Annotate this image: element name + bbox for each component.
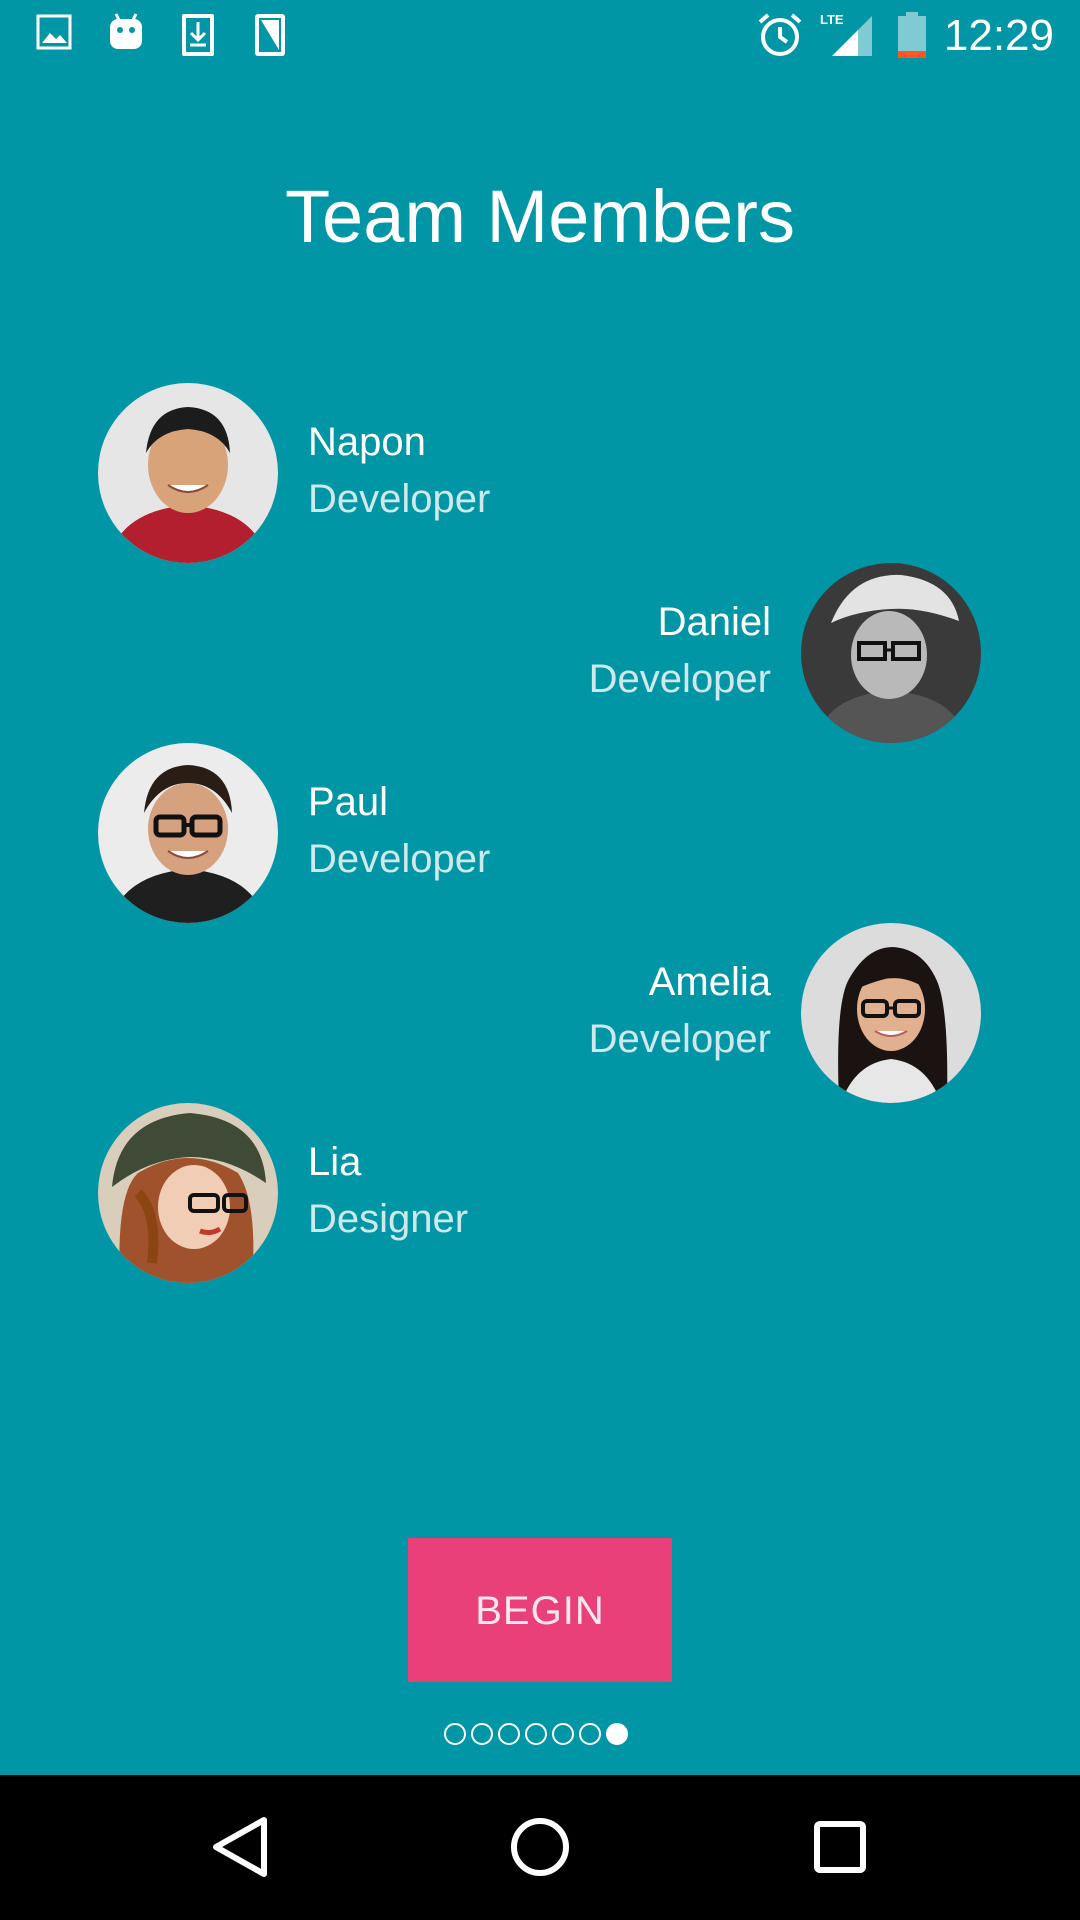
member-amelia: Amelia Developer [411, 956, 771, 1065]
member-role: Developer [588, 657, 771, 701]
status-bar: LTE 12:29 [0, 0, 1080, 72]
member-role: Developer [308, 477, 491, 521]
member-name: Daniel [657, 600, 771, 644]
svg-text:LTE: LTE [820, 12, 844, 27]
page-dot [552, 1723, 574, 1745]
member-name: Amelia [648, 960, 771, 1004]
page-indicator [438, 1723, 638, 1747]
navigation-bar [0, 1775, 1080, 1920]
member-paul: Paul Developer [308, 776, 668, 885]
status-time: 12:29 [943, 11, 1054, 60]
page-title: Team Members [285, 175, 795, 258]
member-role: Developer [308, 837, 491, 881]
download-icon [182, 14, 214, 56]
sim-card-icon [255, 14, 285, 56]
member-name: Paul [308, 780, 389, 824]
member-role: Developer [588, 1017, 771, 1061]
member-role: Designer [308, 1197, 469, 1241]
image-icon [36, 14, 72, 50]
android-icon [110, 13, 142, 49]
signal-icon: LTE [820, 12, 872, 56]
member-name: Lia [308, 1140, 362, 1184]
onboarding-screen: LTE 12:29 Team Members Napon Developer D… [0, 0, 1080, 1920]
avatar-lia [98, 1103, 278, 1283]
page-dot [471, 1723, 493, 1745]
avatar-paul [98, 743, 278, 923]
page-dot [525, 1723, 547, 1745]
page-dot [579, 1723, 601, 1745]
page-dot [498, 1723, 520, 1745]
avatar-napon [98, 383, 278, 563]
avatar-daniel [801, 563, 981, 743]
begin-button[interactable]: BEGIN [408, 1538, 672, 1682]
back-icon[interactable] [180, 1775, 300, 1920]
member-lia: Lia Designer [308, 1136, 668, 1245]
page-dot [444, 1723, 466, 1745]
member-daniel: Daniel Developer [411, 596, 771, 705]
recent-apps-icon[interactable] [780, 1775, 900, 1920]
avatar-amelia [801, 923, 981, 1103]
home-icon[interactable] [480, 1775, 600, 1920]
page-dot-active [606, 1723, 628, 1745]
member-napon: Napon Developer [308, 416, 668, 525]
alarm-icon [758, 13, 802, 56]
battery-icon [898, 12, 926, 58]
member-name: Napon [308, 420, 426, 464]
